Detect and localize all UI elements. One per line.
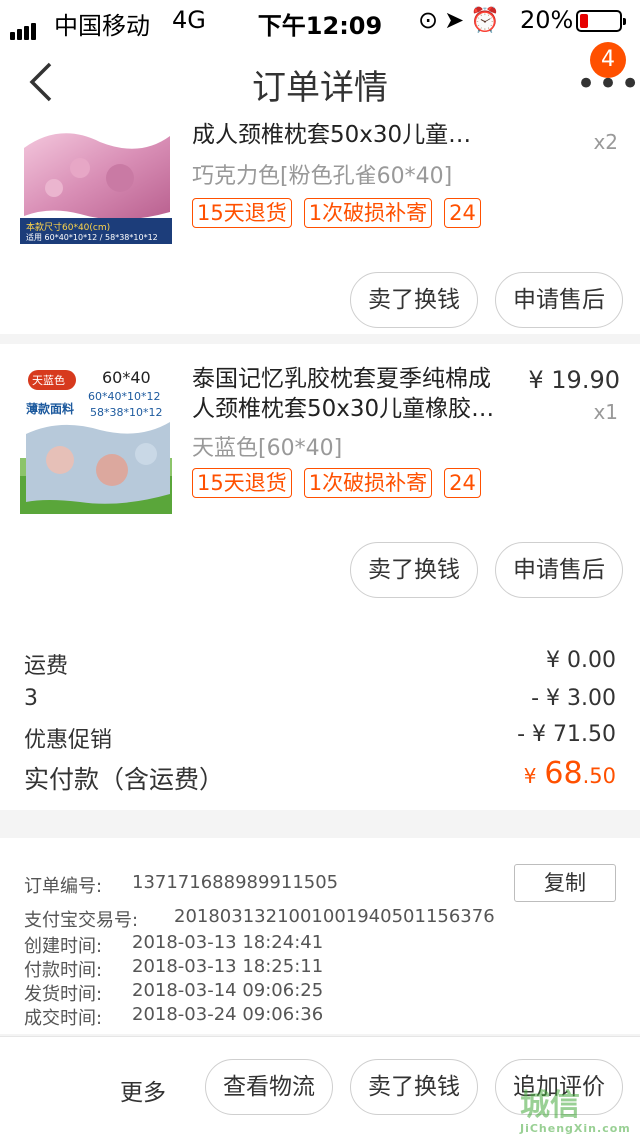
- service-tag: 24: [444, 468, 481, 498]
- product-price: ¥ 19.90: [528, 366, 620, 394]
- alipay-number: 2018031321001001940501156376: [174, 906, 495, 927]
- price-summary: 运费 ¥ 0.00 3 - ¥ 3.00 优惠促销 - ¥ 71.50 实付款（…: [0, 614, 640, 810]
- alarm-icon: ⏰: [470, 6, 507, 34]
- copy-button[interactable]: 复制: [514, 864, 616, 902]
- order-number-label: 订单编号:: [24, 876, 103, 897]
- status-icons: ⊙➤⏰: [418, 6, 506, 34]
- sell-for-cash-button[interactable]: 卖了换钱: [350, 1059, 478, 1115]
- service-tags: 15天退货 1次破损补寄 24: [192, 198, 508, 232]
- promo-label: 优惠促销: [24, 728, 113, 753]
- thumb-dim-2: 58*38*10*12: [90, 406, 163, 419]
- total-decimal: .50: [582, 764, 616, 788]
- total-integer: 68: [544, 756, 583, 791]
- paid-label: 付款时间:: [24, 960, 103, 981]
- total-row: 实付款（含运费） ¥ 68.50: [24, 756, 616, 796]
- thumb-size: 60*40: [102, 368, 151, 387]
- thumb-fit-text: 适用 60*40*10*12 / 58*38*10*12: [26, 233, 158, 242]
- created-label: 创建时间:: [24, 936, 103, 957]
- service-tag: 15天退货: [192, 198, 292, 228]
- shipped-label: 发货时间:: [24, 984, 103, 1005]
- total-value: ¥ 68.50: [524, 756, 616, 791]
- product-quantity: x1: [593, 400, 618, 424]
- thumb-fabric-label: 薄款面料: [26, 402, 75, 416]
- page-title: 订单详情: [252, 68, 388, 108]
- paid-row: 付款时间: 2018-03-13 18:25:11: [24, 956, 323, 982]
- battery-percent: 20%: [520, 6, 574, 34]
- service-tag: 15天退货: [192, 468, 292, 498]
- service-tag: 24: [444, 198, 481, 228]
- service-tags: 15天退货 1次破损补寄 24: [192, 468, 508, 502]
- sell-for-cash-button[interactable]: 卖了换钱: [350, 542, 478, 598]
- total-currency: ¥: [523, 764, 537, 788]
- promo-value: - ¥ 71.50: [517, 722, 616, 747]
- notification-badge: 4: [590, 42, 626, 78]
- after-sale-button[interactable]: 申请售后: [495, 542, 623, 598]
- coupon-row: 3 - ¥ 3.00: [24, 686, 616, 711]
- product-thumbnail[interactable]: 天蓝色 60*40 薄款面料 60*40*10*12 58*38*10*12: [20, 362, 172, 514]
- product-quantity: x2: [593, 130, 618, 154]
- done-label: 成交时间:: [24, 1008, 103, 1029]
- more-link[interactable]: 更多: [120, 1073, 166, 1107]
- battery-icon: [576, 10, 626, 32]
- product-card: 天蓝色 60*40 薄款面料 60*40*10*12 58*38*10*12 泰…: [0, 344, 640, 614]
- order-number-row: 订单编号: 137171688989911505: [24, 872, 338, 898]
- sell-for-cash-button[interactable]: 卖了换钱: [350, 272, 478, 328]
- shipping-value: ¥ 0.00: [546, 648, 616, 673]
- order-number: 137171688989911505: [132, 872, 339, 893]
- promo-row: 优惠促销 - ¥ 71.50: [24, 722, 616, 754]
- total-label: 实付款（含运费）: [24, 765, 225, 794]
- shipped-row: 发货时间: 2018-03-14 09:06:25: [24, 980, 323, 1006]
- location-icon: ➤: [444, 6, 471, 34]
- alipay-label: 支付宝交易号:: [24, 910, 139, 931]
- after-sale-button[interactable]: 申请售后: [495, 272, 623, 328]
- view-logistics-button[interactable]: 查看物流: [205, 1059, 333, 1115]
- lock-rotation-icon: ⊙: [418, 6, 445, 34]
- watermark-text: 城信: [520, 1088, 580, 1123]
- alipay-row: 支付宝交易号: 2018031321001001940501156376: [24, 906, 495, 932]
- status-bar: 中国移动 4G 下午12:09 ⊙➤⏰ 20%: [0, 0, 640, 40]
- product-sku: 巧克力色[粉色孔雀60*40]: [192, 164, 453, 189]
- watermark-logo: 城信 JiChengXin.com: [520, 1080, 640, 1136]
- done-row: 成交时间: 2018-03-24 09:06:36: [24, 1004, 323, 1030]
- coupon-label: 3: [24, 686, 38, 711]
- shipping-row: 运费 ¥ 0.00: [24, 648, 616, 680]
- order-info: 订单编号: 137171688989911505 复制 支付宝交易号: 2018…: [0, 838, 640, 1034]
- done-time: 2018-03-24 09:06:36: [132, 1004, 324, 1025]
- shipped-time: 2018-03-14 09:06:25: [132, 980, 324, 1001]
- product-card: 本款尺寸60*40(cm) 适用 60*40*10*12 / 58*38*10*…: [0, 122, 640, 334]
- product-title[interactable]: 泰国记忆乳胶枕套夏季纯棉成人颈椎枕套50x30儿童橡胶…: [192, 364, 512, 424]
- watermark-url: JiChengXin.com: [520, 1122, 631, 1135]
- nav-bar: 订单详情 ••• 4: [0, 40, 640, 128]
- product-thumbnail[interactable]: 本款尺寸60*40(cm) 适用 60*40*10*12 / 58*38*10*…: [20, 128, 172, 244]
- product-sku: 天蓝色[60*40]: [192, 436, 343, 461]
- created-time: 2018-03-13 18:24:41: [132, 932, 324, 953]
- created-row: 创建时间: 2018-03-13 18:24:41: [24, 932, 323, 958]
- shipping-label: 运费: [24, 654, 69, 679]
- product-title[interactable]: 成人颈椎枕套50x30儿童…: [192, 120, 512, 150]
- coupon-value: - ¥ 3.00: [531, 686, 616, 711]
- paid-time: 2018-03-13 18:25:11: [132, 956, 324, 977]
- service-tag: 1次破损补寄: [303, 198, 433, 228]
- thumb-color-badge: 天蓝色: [32, 374, 65, 387]
- service-tag: 1次破损补寄: [303, 468, 433, 498]
- thumb-dim-1: 60*40*10*12: [88, 390, 161, 403]
